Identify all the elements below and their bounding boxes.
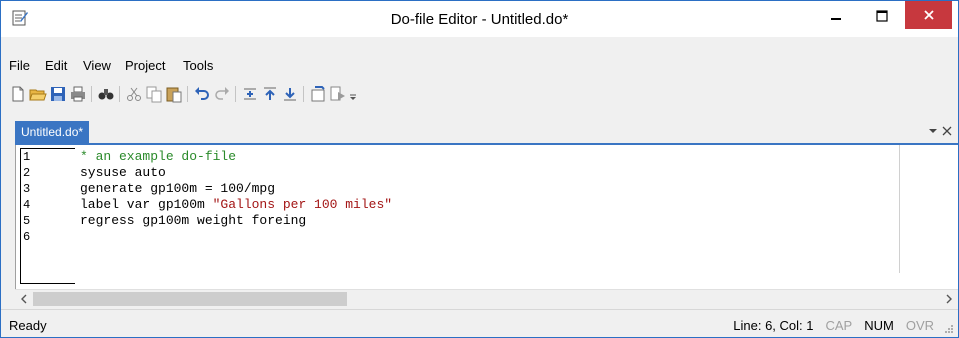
code-line: generate gp100m = 100/mpg [80, 181, 392, 197]
menu-view[interactable]: View [83, 58, 111, 73]
cut-icon[interactable] [125, 85, 143, 103]
cursor-position: Line: 6, Col: 1 [733, 318, 814, 333]
code-token: regress gp100m weight foreing [80, 213, 307, 228]
line-number: 1 [23, 150, 31, 164]
bookmark-icon[interactable] [309, 85, 327, 103]
new-file-icon[interactable] [9, 85, 27, 103]
toolbar-options-icon[interactable] [348, 85, 358, 103]
caps-lock-indicator: CAP [825, 318, 853, 333]
minimize-button[interactable] [813, 1, 859, 31]
overwrite-indicator: OVR [905, 318, 934, 333]
code-line: * an example do-file [80, 149, 392, 165]
copy-icon[interactable] [145, 85, 163, 103]
redo-icon[interactable] [213, 85, 231, 103]
code-token: sysuse auto [80, 165, 166, 180]
undo-icon[interactable] [193, 85, 211, 103]
execute-icon[interactable] [329, 85, 347, 103]
line-number: 5 [23, 214, 31, 228]
save-icon[interactable] [49, 85, 67, 103]
code-text-area[interactable]: * an example do-file sysuse auto generate … [80, 149, 392, 245]
code-string: "Gallons per 100 miles" [212, 197, 393, 212]
code-line: regress gp100m weight foreing [80, 213, 392, 229]
scroll-left-arrow-icon[interactable] [17, 292, 31, 306]
tab-controls [928, 125, 952, 139]
num-lock-indicator: NUM [864, 318, 894, 333]
paste-icon[interactable] [165, 85, 183, 103]
line-number: 2 [23, 166, 31, 180]
find-icon[interactable] [97, 85, 115, 103]
toolbar-separator [91, 86, 92, 102]
line-numbers: 1 2 3 4 5 6 [20, 148, 75, 284]
tab-untitled-do[interactable]: Untitled.do* [15, 121, 90, 143]
toolbar-separator [235, 86, 236, 102]
do-file-editor-window: Do-file Editor - Untitled.do* File Edit … [0, 0, 959, 338]
tab-list-dropdown-icon[interactable] [928, 125, 938, 139]
code-token: generate gp100m = 100/mpg [80, 181, 276, 196]
close-tab-icon[interactable] [942, 125, 952, 139]
open-folder-icon[interactable] [29, 85, 47, 103]
document-tab-strip: Untitled.do* [1, 121, 958, 143]
title-bar: Do-file Editor - Untitled.do* [1, 1, 958, 37]
maximize-icon [876, 10, 888, 22]
print-icon[interactable] [69, 85, 87, 103]
close-icon [923, 10, 934, 20]
toolbar-separator [303, 86, 304, 102]
code-editor[interactable]: 1 2 3 4 5 6 * an example do-file sysuse auto ge… [15, 145, 958, 289]
code-token: label var gp100m [80, 197, 213, 212]
menu-project[interactable]: Project [125, 58, 165, 73]
minimize-icon [831, 18, 841, 20]
move-down-icon[interactable] [281, 85, 299, 103]
scroll-right-arrow-icon[interactable] [942, 292, 956, 306]
horizontal-scrollbar[interactable] [15, 289, 958, 307]
menu-tools[interactable]: Tools [183, 58, 213, 73]
line-number: 6 [23, 230, 31, 244]
status-indicators: Line: 6, Col: 1 CAP NUM OVR [733, 318, 934, 333]
indent-icon[interactable] [241, 85, 259, 103]
status-bar: Ready Line: 6, Col: 1 CAP NUM OVR [1, 309, 958, 337]
code-comment: * an example do-file [80, 149, 237, 164]
code-line: sysuse auto [80, 165, 392, 181]
line-number: 4 [23, 198, 31, 212]
close-button[interactable] [905, 1, 952, 29]
toolbar [1, 81, 958, 107]
menu-edit[interactable]: Edit [45, 58, 67, 73]
scrollbar-thumb[interactable] [33, 292, 347, 306]
right-margin-guide [899, 145, 900, 273]
menu-file[interactable]: File [9, 58, 30, 73]
maximize-button[interactable] [859, 1, 905, 31]
move-up-icon[interactable] [261, 85, 279, 103]
line-number: 3 [23, 182, 31, 196]
resize-grip-icon[interactable] [944, 323, 954, 333]
menu-bar: File Edit View Project Tools [1, 55, 958, 75]
code-line: label var gp100m "Gallons per 100 miles" [80, 197, 392, 213]
toolbar-separator [187, 86, 188, 102]
status-ready-text: Ready [9, 318, 47, 333]
toolbar-separator [119, 86, 120, 102]
line-number-gutter: 1 2 3 4 5 6 [16, 145, 78, 289]
